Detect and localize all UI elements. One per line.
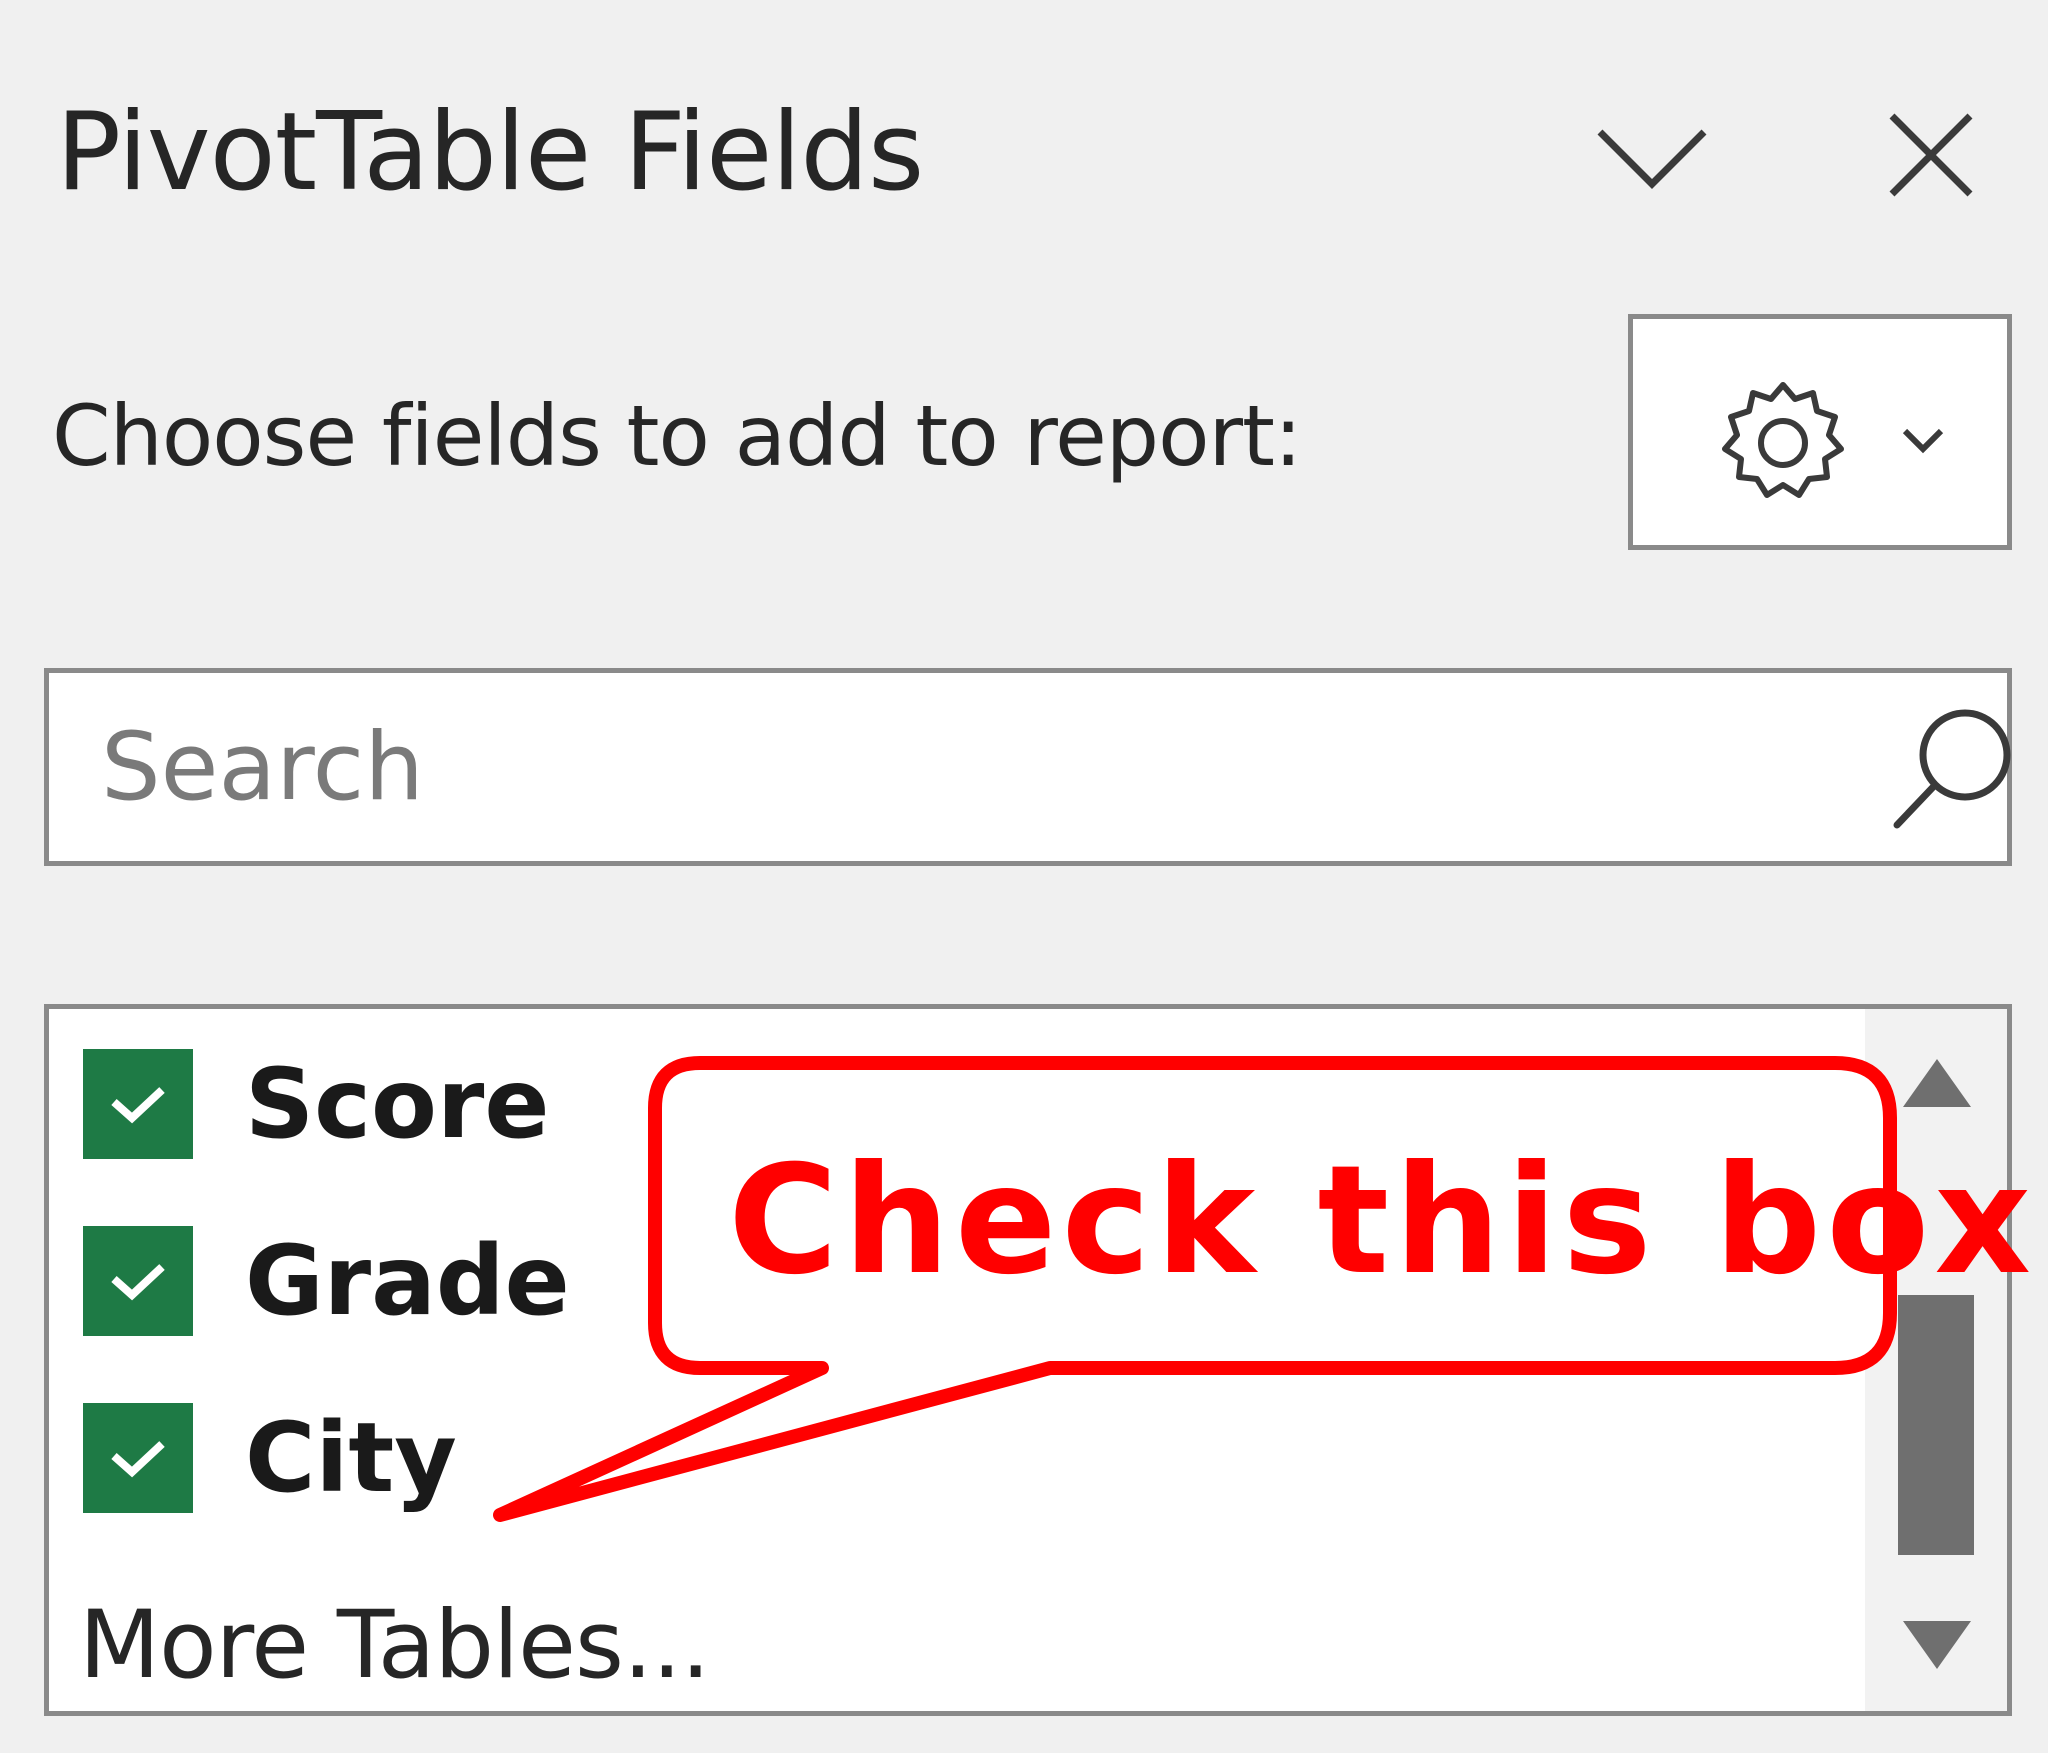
- vertical-scrollbar[interactable]: [1865, 1009, 2007, 1711]
- scroll-thumb[interactable]: [1898, 1295, 1974, 1555]
- search-icon[interactable]: [1889, 703, 2019, 833]
- search-box: [44, 668, 2012, 866]
- checkmark-icon: [111, 1264, 165, 1301]
- checkmark-icon: [111, 1087, 165, 1124]
- more-tables-link[interactable]: More Tables...: [79, 1591, 711, 1701]
- checkbox[interactable]: [83, 1226, 193, 1336]
- chevron-down-icon[interactable]: [1592, 118, 1712, 198]
- triangle-up-icon[interactable]: [1897, 1053, 1977, 1113]
- checkbox[interactable]: [83, 1049, 193, 1159]
- triangle-down-icon[interactable]: [1897, 1615, 1977, 1675]
- list-item[interactable]: Grade: [83, 1226, 570, 1336]
- pane-title: PivotTable Fields: [56, 90, 924, 215]
- checkbox[interactable]: [83, 1403, 193, 1513]
- list-item[interactable]: Score: [83, 1049, 549, 1159]
- field-list-instruction: Choose fields to add to report:: [52, 387, 1302, 485]
- annotation-text: Check this box: [728, 1134, 2037, 1308]
- field-label: Score: [245, 1048, 550, 1160]
- close-icon[interactable]: [1886, 110, 1976, 200]
- chevron-down-icon: [1902, 428, 1944, 454]
- field-list: Score Grade City More Tables...: [44, 1004, 2012, 1716]
- search-input[interactable]: [101, 707, 1801, 827]
- field-label: Grade: [245, 1225, 570, 1337]
- list-item[interactable]: City: [83, 1403, 457, 1513]
- gear-icon: [1722, 382, 1844, 498]
- checkmark-icon: [111, 1441, 165, 1478]
- field-label: City: [245, 1402, 457, 1514]
- tools-button[interactable]: [1628, 314, 2012, 550]
